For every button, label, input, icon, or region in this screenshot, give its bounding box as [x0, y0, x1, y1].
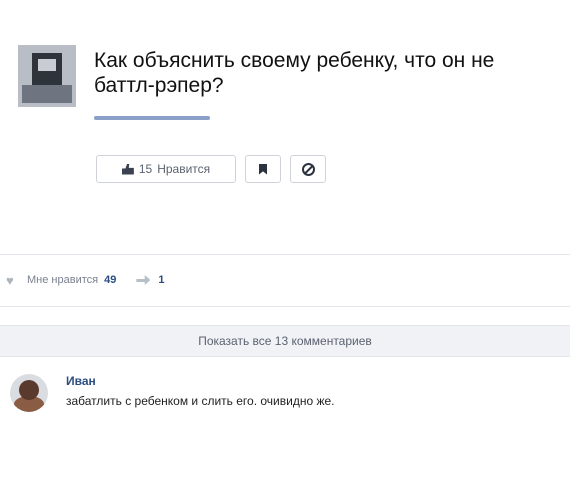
show-all-comments-label: Показать все 13 комментариев — [198, 334, 372, 348]
heart-icon[interactable]: ♥ — [6, 274, 19, 287]
likes-count[interactable]: 49 — [104, 274, 116, 286]
author-link-blurred[interactable] — [94, 116, 210, 120]
thumbnail-shape — [22, 85, 72, 103]
shares-count[interactable]: 1 — [158, 274, 164, 286]
post-question-title: Как объяснить своему ребенку, что он не … — [94, 49, 495, 97]
avatar[interactable] — [10, 374, 48, 412]
thumbnail-shape — [38, 59, 56, 71]
post-stats: ♥ Мне нравится 49 1 — [6, 274, 164, 287]
bookmark-button[interactable] — [245, 155, 281, 183]
post-author-thumbnail[interactable] — [18, 45, 76, 107]
likes-label[interactable]: Мне нравится — [27, 274, 98, 286]
show-all-comments-button[interactable]: Показать все 13 комментариев — [0, 325, 570, 357]
thumbs-up-icon — [121, 163, 134, 175]
like-button-count: 15 — [138, 162, 153, 176]
divider — [0, 306, 570, 307]
divider — [0, 254, 570, 255]
flag-icon — [259, 163, 267, 175]
share-icon[interactable] — [136, 275, 151, 285]
comment-author[interactable]: Иван — [66, 374, 96, 388]
comment-text: забатлить с ребенком и слить его. очивид… — [66, 394, 335, 408]
avatar-shape — [19, 380, 39, 400]
like-button[interactable]: 15 Нравится — [96, 155, 236, 183]
like-button-label: Нравится — [157, 162, 211, 176]
block-button[interactable] — [290, 155, 326, 183]
block-icon — [301, 162, 315, 176]
